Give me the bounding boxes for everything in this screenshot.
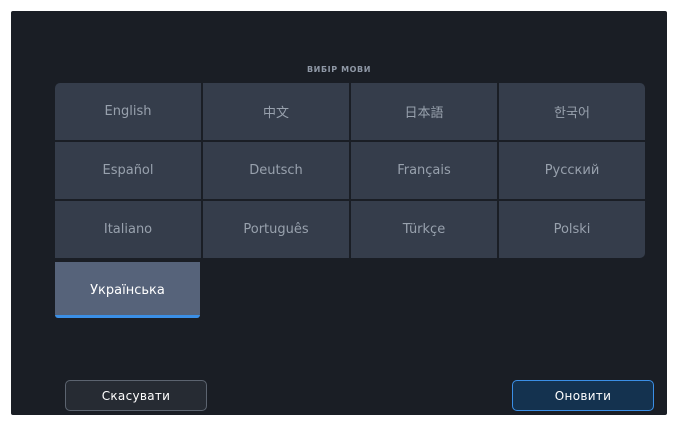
language-italian[interactable]: Italiano	[55, 201, 201, 258]
language-german[interactable]: Deutsch	[203, 142, 349, 199]
language-portuguese[interactable]: Português	[203, 201, 349, 258]
language-japanese[interactable]: 日本語	[351, 83, 497, 140]
language-grid: English 中文 日本語 한국어 Español Deutsch Franç…	[55, 83, 645, 260]
language-korean[interactable]: 한국어	[499, 83, 645, 140]
language-chinese[interactable]: 中文	[203, 83, 349, 140]
language-selection-dialog: ВИБІР МОВИ English 中文 日本語 한국어 Español De…	[11, 11, 667, 415]
language-french[interactable]: Français	[351, 142, 497, 199]
language-russian[interactable]: Русский	[499, 142, 645, 199]
language-english[interactable]: English	[55, 83, 201, 140]
language-turkish[interactable]: Türkçe	[351, 201, 497, 258]
language-spanish[interactable]: Español	[55, 142, 201, 199]
language-polish[interactable]: Polski	[499, 201, 645, 258]
cancel-button[interactable]: Скасувати	[65, 380, 207, 411]
language-ukrainian-selected[interactable]: Українська	[55, 262, 200, 318]
dialog-title: ВИБІР МОВИ	[306, 65, 372, 74]
language-ukrainian-label: Українська	[90, 282, 165, 298]
update-button[interactable]: Оновити	[512, 380, 654, 411]
selection-indicator	[55, 315, 200, 318]
